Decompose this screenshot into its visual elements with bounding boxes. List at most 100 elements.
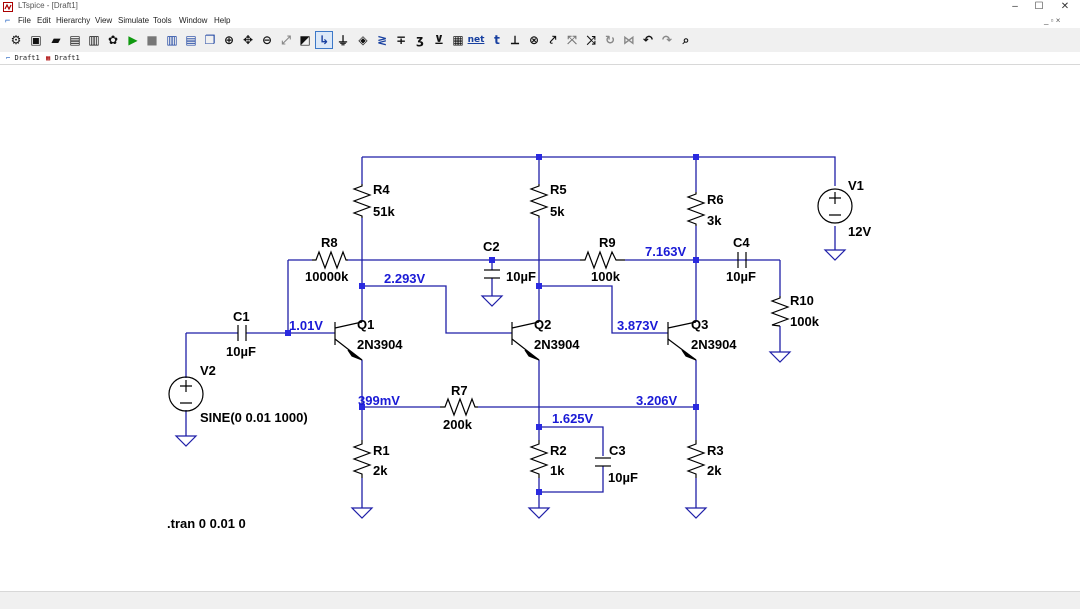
autorange-icon[interactable]: ◩ (297, 32, 313, 48)
label-v2-value: SINE(0 0.01 1000) (200, 410, 308, 425)
menu-hierarchy[interactable]: Hierarchy (56, 16, 90, 25)
label-q3-name: Q3 (691, 317, 708, 332)
capacitor-c2[interactable] (484, 269, 500, 279)
redo-icon[interactable]: ↷ (659, 32, 675, 48)
ground-icon (350, 507, 374, 519)
menu-help[interactable]: Help (214, 16, 230, 25)
label-q2-value: 2N3904 (534, 337, 580, 352)
text-icon[interactable]: t (489, 32, 505, 48)
resistor-r3[interactable] (686, 440, 706, 478)
ltspice-app-icon (3, 2, 13, 12)
ground-icon (768, 351, 792, 363)
resistor-r5[interactable] (529, 184, 549, 218)
node-dot (536, 154, 542, 160)
resistor-r9[interactable] (580, 250, 625, 270)
maximize-button[interactable]: ☐ (1028, 0, 1050, 14)
spice-directive-icon[interactable]: ⟂ (507, 32, 523, 48)
resistor-r8[interactable] (312, 250, 348, 270)
wire-icon[interactable]: ↳ (315, 31, 333, 49)
mdi-controls[interactable]: _ ▫ × (1044, 16, 1060, 25)
menu-edit[interactable]: Edit (37, 16, 51, 25)
label-r3-name: R3 (707, 443, 724, 458)
label-r10-name: R10 (790, 293, 814, 308)
ground-icon[interactable]: ⏚ (335, 32, 351, 48)
toolbar: ⚙ ▣ ▰ ▤ ▥ ✿ ▶ ■ ▥ ▤ ❐ ⊕ ✥ ⊖ ⤢ ◩ ↳ ⏚ ◈ ≷ … (0, 28, 1080, 53)
voltage-source-v2[interactable] (168, 376, 204, 412)
tile-horizontal-icon[interactable]: ▤ (183, 32, 199, 48)
save-icon[interactable]: ▤ (67, 32, 83, 48)
undo-icon[interactable]: ↶ (640, 32, 656, 48)
label-c3-value: 10µF (608, 470, 638, 485)
component-symbols (168, 184, 853, 478)
find-icon[interactable]: ⌕ (678, 32, 694, 48)
label-r5-value: 5k (550, 204, 565, 219)
label-c4-name: C4 (733, 235, 750, 250)
schematic-svg: R4 51k R5 5k R6 3k R8 10000k C2 10µF R9 … (167, 154, 871, 531)
capacitor-c1[interactable] (237, 325, 247, 341)
label-r1-value: 2k (373, 463, 388, 478)
run-icon[interactable]: ▶ (125, 32, 141, 48)
tab-plot-draft1[interactable]: ▦ Draft1 (46, 54, 80, 62)
zoom-out-icon[interactable]: ⊖ (259, 32, 275, 48)
label-r3-value: 2k (707, 463, 722, 478)
ground-icon (823, 249, 847, 261)
label-r6-value: 3k (707, 213, 722, 228)
resistor-r7[interactable] (440, 397, 478, 417)
label-r2-name: R2 (550, 443, 567, 458)
voltage-label-q1-collector: 2.293V (384, 271, 426, 286)
resistor-r2[interactable] (529, 440, 549, 478)
new-schematic-icon[interactable]: ▣ (28, 32, 44, 48)
capacitor-c3[interactable] (595, 457, 611, 467)
node-dot (693, 404, 699, 410)
halt-icon[interactable]: ■ (144, 32, 160, 48)
label-net-icon[interactable]: ◈ (355, 32, 371, 48)
duplicate-icon[interactable]: ⤤ (545, 32, 561, 48)
menu-simulate[interactable]: Simulate (118, 16, 149, 25)
wires (185, 156, 836, 508)
minimize-button[interactable]: – (1004, 0, 1026, 14)
schematic-canvas[interactable]: R4 51k R5 5k R6 3k R8 10000k C2 10µF R9 … (0, 65, 1080, 591)
close-button[interactable]: ✕ (1054, 0, 1076, 14)
pan-icon[interactable]: ✥ (240, 32, 256, 48)
label-r2-value: 1k (550, 463, 565, 478)
resistor-r1[interactable] (352, 440, 372, 478)
menu-tools[interactable]: Tools (153, 16, 172, 25)
zoom-in-icon[interactable]: ⊕ (221, 32, 237, 48)
component-icon[interactable]: ▦ (450, 32, 466, 48)
capacitor-icon[interactable]: ∓ (393, 32, 409, 48)
ltspice-menu-icon: ⌐ (5, 15, 11, 25)
menu-view[interactable]: View (95, 16, 112, 25)
settings-gear-icon[interactable]: ⚙ (8, 32, 24, 48)
status-bar (0, 591, 1080, 609)
delete-icon[interactable]: ⊗ (526, 32, 542, 48)
node-dot (536, 424, 542, 430)
spice-directive[interactable]: .tran 0 0.01 0 (167, 516, 246, 531)
resistor-r10[interactable] (770, 296, 790, 327)
resistor-r6[interactable] (686, 192, 706, 226)
label-r9-name: R9 (599, 235, 616, 250)
rotate-icon[interactable]: ↻ (602, 32, 618, 48)
voltage-source-v1[interactable] (817, 188, 853, 224)
drag-icon[interactable]: ⤨ (583, 32, 599, 48)
print-icon[interactable]: ▥ (86, 32, 102, 48)
open-folder-icon[interactable]: ▰ (48, 32, 64, 48)
mirror-icon[interactable]: ⋈ (621, 32, 637, 48)
diode-icon[interactable]: ⊻ (431, 32, 447, 48)
tab-schematic-draft1[interactable]: ⌐ Draft1 (6, 54, 40, 62)
cascade-icon[interactable]: ❐ (202, 32, 218, 48)
inductor-icon[interactable]: ʒ (412, 32, 428, 48)
tile-vertical-icon[interactable]: ▥ (164, 32, 180, 48)
menu-window[interactable]: Window (179, 16, 207, 25)
resistor-icon[interactable]: ≷ (374, 32, 390, 48)
label-v2-name: V2 (200, 363, 216, 378)
label-q3-value: 2N3904 (691, 337, 737, 352)
control-panel-icon[interactable]: ✿ (105, 32, 121, 48)
menu-file[interactable]: File (18, 16, 31, 25)
voltage-label-q1-base: 1.01V (289, 318, 323, 333)
zoom-fit-icon[interactable]: ⤢ (278, 32, 294, 48)
netlist-icon[interactable]: net (468, 32, 485, 48)
move-icon[interactable]: ⤧ (564, 32, 580, 48)
label-r5-name: R5 (550, 182, 567, 197)
label-c2-value: 10µF (506, 269, 536, 284)
resistor-r4[interactable] (352, 184, 372, 218)
